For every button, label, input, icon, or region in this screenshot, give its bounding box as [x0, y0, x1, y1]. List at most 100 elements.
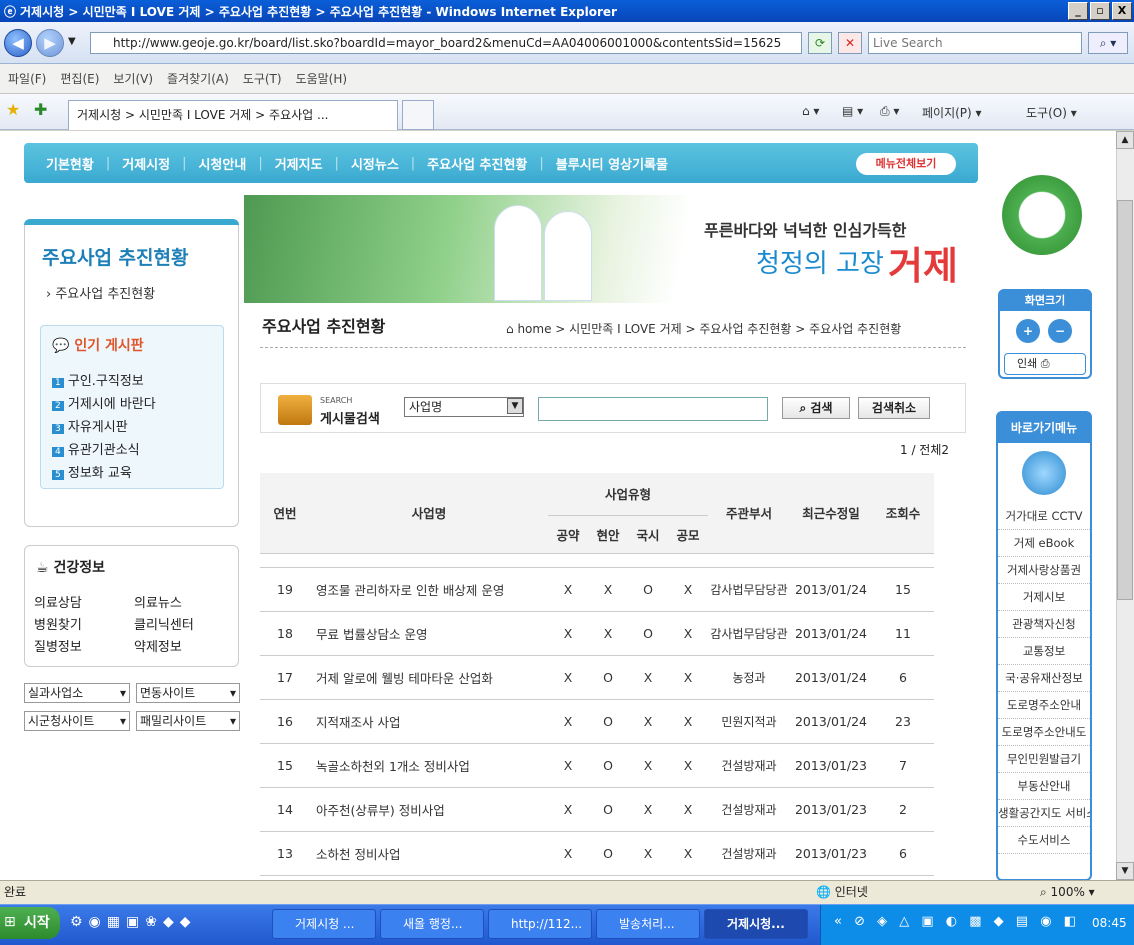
- zoom-level[interactable]: ⌕ 100% ▾: [1040, 881, 1095, 903]
- quick-menu-item[interactable]: 부동산안내: [998, 773, 1090, 800]
- new-tab-button[interactable]: [402, 100, 434, 130]
- table-row[interactable]: 17 거제 알로에 웰빙 테마타운 산업화 X O X X 농정과 2013/01/24 6: [260, 655, 934, 700]
- minimize-button[interactable]: _: [1068, 2, 1088, 20]
- taskbar-item[interactable]: http://112...: [488, 909, 592, 939]
- back-button[interactable]: ◀: [4, 29, 32, 57]
- popular-item[interactable]: 1 구인.구직정보: [52, 371, 156, 394]
- page-menu[interactable]: 페이지(P) ▾: [922, 104, 982, 121]
- maximize-button[interactable]: ▫: [1090, 2, 1110, 20]
- print-icon[interactable]: ⎙ ▾: [880, 104, 899, 119]
- popular-item[interactable]: 3 자유게시판: [52, 417, 156, 440]
- table-row[interactable]: 18 무료 법률상담소 운영 X X O X 감사법무담당관 2013/01/24 11: [260, 611, 934, 656]
- scroll-thumb[interactable]: [1117, 200, 1133, 600]
- search-cancel-button[interactable]: 검색취소: [858, 397, 930, 419]
- table-row[interactable]: 15 녹골소하천외 1개소 정비사업 X O X X 건설방재과 2013/01/23 7: [260, 743, 934, 788]
- quick-menu-item[interactable]: 교통정보: [998, 638, 1090, 665]
- print-button[interactable]: 인쇄 ⎙: [1004, 353, 1086, 375]
- zoom-out-icon[interactable]: −: [1048, 319, 1072, 343]
- taskbar-item-active[interactable]: 거제시청...: [704, 909, 808, 939]
- city-site-select[interactable]: 시군청사이트 ▾: [24, 711, 130, 731]
- nav-admin[interactable]: 거제시정: [122, 154, 170, 173]
- popular-item[interactable]: 2 거제시에 바란다: [52, 394, 156, 417]
- search-input[interactable]: [538, 397, 768, 421]
- quick-menu-item[interactable]: 거가대로 CCTV: [998, 503, 1090, 530]
- search-field-select[interactable]: 사업명 ▼: [404, 397, 524, 417]
- nav-basic[interactable]: 기본현황: [46, 154, 94, 173]
- quick-launch-icons[interactable]: ⚙◉▦▣❀◆◆: [70, 914, 197, 930]
- forward-button[interactable]: ▶: [36, 29, 64, 57]
- project-name[interactable]: 지적재조사 사업: [310, 699, 548, 744]
- home-icon[interactable]: ⌂: [506, 322, 517, 336]
- speech-bubble-icon: 💬: [52, 338, 75, 354]
- health-item[interactable]: 클리닉센터: [134, 615, 234, 637]
- menu-view[interactable]: 보기(V): [113, 70, 153, 87]
- table-row[interactable]: 19 영조물 관리하자로 인한 배상제 운영 X X O X 감사법무담당관 2013/01/…: [260, 567, 934, 612]
- quick-menu-item[interactable]: 무인민원발급기: [998, 746, 1090, 773]
- family-site-select[interactable]: 패밀리사이트 ▾: [136, 711, 240, 731]
- favorites-star-icon[interactable]: ★: [6, 100, 20, 119]
- menu-tools[interactable]: 도구(T): [243, 70, 282, 87]
- nav-news[interactable]: 시정뉴스: [351, 154, 399, 173]
- row-number: 16: [260, 699, 310, 744]
- project-name[interactable]: 영조물 관리하자로 인한 배상제 운영: [310, 567, 548, 612]
- dept-site-select[interactable]: 실과사업소 ▾: [24, 683, 130, 703]
- health-item[interactable]: 의료뉴스: [134, 593, 234, 615]
- nav-cityhall[interactable]: 시청안내: [198, 154, 246, 173]
- table-row[interactable]: 16 지적재조사 사업 X O X X 민원지적과 2013/01/24 23: [260, 699, 934, 744]
- live-search-input[interactable]: Live Search: [868, 32, 1082, 54]
- health-item[interactable]: 약제정보: [134, 637, 234, 659]
- menu-file[interactable]: 파일(F): [8, 70, 46, 87]
- project-name[interactable]: 거제 알로에 웰빙 테마타운 산업화: [310, 655, 548, 700]
- url-field[interactable]: http://www.geoje.go.kr/board/list.sko?bo…: [90, 32, 802, 54]
- quick-menu-item[interactable]: 거제 eBook: [998, 530, 1090, 557]
- taskbar-item[interactable]: 새올 행정...: [380, 909, 484, 939]
- refresh-icon[interactable]: ⟳: [808, 32, 832, 54]
- menu-help[interactable]: 도움말(H): [296, 70, 348, 87]
- add-favorite-icon[interactable]: ✚: [34, 100, 47, 119]
- tools-menu[interactable]: 도구(O) ▾: [1026, 104, 1077, 121]
- menu-edit[interactable]: 편집(E): [60, 70, 99, 87]
- popular-item[interactable]: 5 정보화 교육: [52, 463, 156, 486]
- zoom-in-icon[interactable]: +: [1016, 319, 1040, 343]
- quick-menu-item[interactable]: 거제시보: [998, 584, 1090, 611]
- quick-menu-item[interactable]: 거제사랑상품권: [998, 557, 1090, 584]
- tray-icons[interactable]: « ⊘ ◈ △ ▣ ◐ ▩ ◆ ▤ ◉ ◧: [834, 914, 1080, 929]
- nav-map[interactable]: 거제지도: [275, 154, 323, 173]
- history-dropdown-icon[interactable]: ▼: [68, 36, 76, 47]
- health-item[interactable]: 의료상담: [34, 593, 134, 615]
- table-row[interactable]: 13 소하천 정비사업 X O X X 건설방재과 2013/01/23 6: [260, 831, 934, 876]
- all-menu-button[interactable]: 메뉴전체보기: [856, 153, 956, 175]
- screen-size-label: 화면크기: [1000, 291, 1090, 311]
- project-name[interactable]: 녹골소하천외 1개소 정비사업: [310, 743, 548, 788]
- search-icon[interactable]: ⌕ ▾: [1088, 32, 1128, 54]
- feeds-icon[interactable]: ▤ ▾: [842, 104, 863, 118]
- town-site-select[interactable]: 면동사이트 ▾: [136, 683, 240, 703]
- health-item[interactable]: 질병정보: [34, 637, 134, 659]
- scroll-down-button[interactable]: ▼: [1116, 862, 1134, 880]
- quick-menu-item[interactable]: 도로명주소안내도: [998, 719, 1090, 746]
- popular-item[interactable]: 4 유관기관소식: [52, 440, 156, 463]
- stop-icon[interactable]: ✕: [838, 32, 862, 54]
- taskbar-item[interactable]: 발송처리...: [596, 909, 700, 939]
- nav-video[interactable]: 블루시티 영상기록물: [556, 154, 668, 173]
- home-icon[interactable]: ⌂ ▾: [802, 104, 819, 118]
- close-button[interactable]: X: [1112, 2, 1132, 20]
- search-button[interactable]: ⌕ 검색: [782, 397, 850, 419]
- taskbar-item[interactable]: 거제시청 ...: [272, 909, 376, 939]
- table-row[interactable]: 14 아주천(상류부) 정비사업 X O X X 건설방재과 2013/01/23 2: [260, 787, 934, 832]
- quick-menu-item[interactable]: 관광책자신청: [998, 611, 1090, 638]
- quick-menu-item[interactable]: 국·공유재산정보: [998, 665, 1090, 692]
- project-name[interactable]: 소하천 정비사업: [310, 831, 548, 876]
- scroll-up-button[interactable]: ▲: [1116, 131, 1134, 149]
- health-item[interactable]: 병원찾기: [34, 615, 134, 637]
- menu-favorites[interactable]: 즐겨찾기(A): [167, 70, 229, 87]
- nav-projects[interactable]: 주요사업 추진현황: [427, 154, 527, 173]
- quick-menu-item[interactable]: 도로명주소안내: [998, 692, 1090, 719]
- project-name[interactable]: 아주천(상류부) 정비사업: [310, 787, 548, 832]
- type-pending: O: [588, 787, 628, 832]
- tab-geoje[interactable]: 거제시청 > 시민만족 I LOVE 거제 > 주요사업 ...: [68, 100, 398, 130]
- left-subitem[interactable]: › 주요사업 추진현황: [46, 283, 155, 302]
- quick-menu-item[interactable]: 수도서비스: [998, 827, 1090, 854]
- quick-menu-item[interactable]: 생활공간지도 서비스: [998, 800, 1090, 827]
- project-name[interactable]: 무료 법률상담소 운영: [310, 611, 548, 656]
